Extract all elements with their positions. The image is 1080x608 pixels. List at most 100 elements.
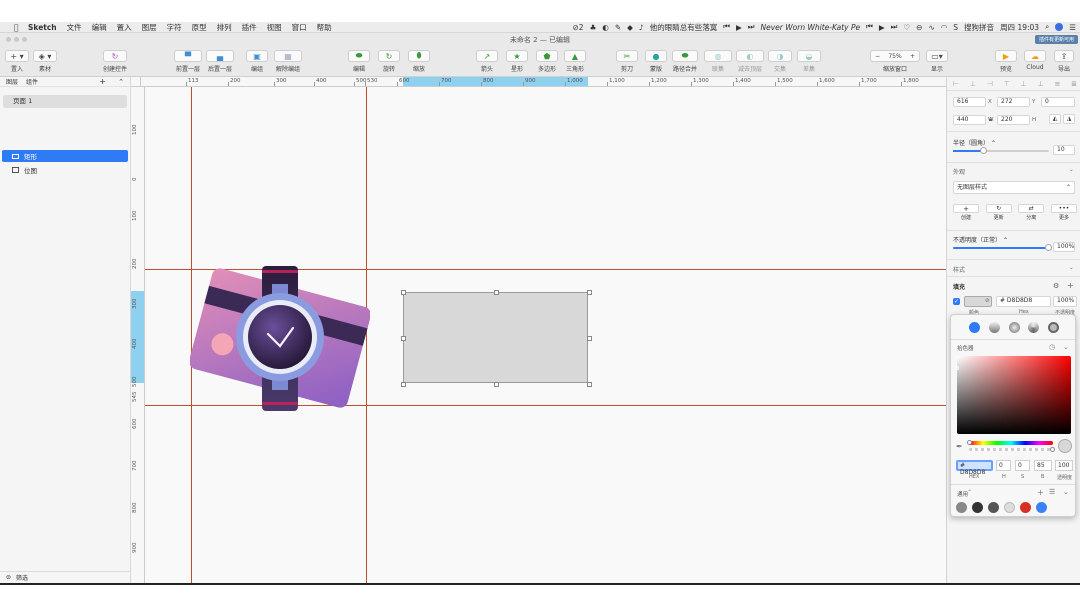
opacity-slider-handle[interactable]	[1045, 244, 1052, 251]
zoom-minus-icon[interactable]: −	[875, 53, 880, 60]
color-swatch[interactable]	[1004, 502, 1015, 513]
filter-bar[interactable]: ⊜ 筛选	[0, 571, 130, 583]
chevron-down-icon[interactable]: ⌄	[1063, 343, 1069, 351]
saturation-brightness-area[interactable]	[955, 356, 1071, 434]
layer-item-bitmap[interactable]: 位图	[2, 164, 128, 176]
style-detach-button[interactable]: ⇄ 分离	[1018, 204, 1045, 221]
distribute-icon[interactable]: ≡	[1054, 80, 1060, 88]
menu-prototype[interactable]: 原型	[192, 22, 207, 33]
add-fill-icon[interactable]: +	[1067, 281, 1074, 290]
resize-handle[interactable]	[586, 289, 592, 295]
color-swatch[interactable]	[1020, 502, 1031, 513]
zoom-stepper[interactable]: − 75% +	[870, 50, 920, 62]
menu-plugins[interactable]: 插件	[242, 22, 257, 33]
fill-enabled-checkbox[interactable]: ✓	[953, 298, 960, 305]
media-icon[interactable]: ◐	[602, 23, 609, 32]
create-component-tool[interactable]: ↻ 创建控件	[103, 50, 127, 73]
arrow-tool[interactable]: ↗ 箭头	[476, 50, 498, 73]
search-icon[interactable]: ⌕	[1045, 22, 1049, 32]
solid-fill-icon[interactable]	[969, 322, 980, 333]
preview-tool[interactable]: ▶ 预览	[995, 50, 1017, 73]
tab-components[interactable]: 组件	[26, 77, 38, 86]
hex-input[interactable]: # D8D8D8	[956, 460, 993, 476]
display-tool[interactable]: ▭▾ 显示	[926, 50, 948, 73]
swatches-stepper-icon[interactable]: ⌃	[967, 489, 972, 496]
status-badge-icon[interactable]: ⊘2	[572, 23, 583, 32]
b-input[interactable]: 85	[1034, 460, 1052, 471]
pen-icon[interactable]: ✎	[615, 23, 621, 32]
menu-arrange[interactable]: 排列	[217, 22, 232, 33]
selected-rectangle[interactable]	[403, 292, 588, 383]
lock-icon[interactable]	[131, 77, 141, 86]
fish-icon[interactable]: ◆	[627, 23, 633, 32]
distribute-v-icon[interactable]: ≣	[1071, 80, 1077, 88]
radial-gradient-icon[interactable]	[1008, 322, 1020, 333]
style-create-button[interactable]: + 创建	[953, 204, 979, 221]
path-union-tool[interactable]: ⬬ 路径合并	[672, 50, 698, 73]
color-swatch[interactable]	[988, 502, 999, 513]
align-middle-icon[interactable]: ⊥	[1021, 80, 1027, 88]
music-icon[interactable]: ♪	[639, 23, 644, 32]
radius-slider-handle[interactable]	[980, 147, 987, 154]
pattern-fill-icon[interactable]	[1048, 322, 1059, 333]
resize-handle[interactable]	[400, 381, 406, 387]
menu-layer[interactable]: 图层	[142, 22, 157, 33]
style-more-button[interactable]: ••• 更多	[1050, 204, 1077, 221]
y-field[interactable]: 272	[997, 97, 1030, 107]
resize-handle[interactable]	[586, 335, 592, 341]
hue-slider-handle[interactable]	[967, 440, 972, 445]
page-item[interactable]: 页面 1	[3, 95, 127, 108]
clock[interactable]: 周四 19:03	[1000, 22, 1039, 33]
scissors-tool[interactable]: ✂ 剪刀	[616, 50, 638, 73]
resize-handle[interactable]	[400, 289, 406, 295]
tab-pages[interactable]: 图层	[6, 77, 18, 86]
menu-file[interactable]: 文件	[67, 22, 82, 33]
bring-forward-tool[interactable]: ▀ 前置一层	[174, 50, 202, 73]
s-input[interactable]: 0	[1015, 460, 1030, 471]
alpha-input[interactable]: 100	[1055, 460, 1073, 471]
list-view-icon[interactable]: ☰	[1049, 488, 1055, 496]
wifi-icon[interactable]: ◠	[941, 23, 948, 32]
menu-view[interactable]: 视图	[267, 22, 282, 33]
fill-opacity-field[interactable]: 100%	[1053, 296, 1077, 307]
close-icon[interactable]	[6, 37, 11, 42]
input-method[interactable]: 搜狗拼音	[964, 22, 994, 33]
polygon-tool[interactable]: ⬟ 多边形	[536, 50, 558, 73]
flip-horizontal-icon[interactable]: ◭	[1049, 114, 1061, 124]
siri-icon[interactable]	[1055, 23, 1064, 31]
input-method-icon[interactable]: S	[953, 23, 958, 32]
alpha-slider[interactable]	[969, 447, 1055, 452]
h-input[interactable]: 0	[996, 460, 1011, 471]
add-page-icon[interactable]: +	[99, 77, 106, 86]
color-swatch[interactable]	[972, 502, 983, 513]
play-icon-2[interactable]: ▶	[879, 23, 885, 32]
menu-window[interactable]: 窗口	[292, 22, 307, 33]
lock-ratio-icon[interactable]: 🔒︎	[989, 116, 992, 124]
intersect-tool[interactable]: ◑ 交集	[768, 50, 792, 73]
resize-handle[interactable]	[493, 381, 499, 387]
edit-tool[interactable]: ⬬ 编辑	[348, 50, 370, 73]
angular-gradient-icon[interactable]	[1028, 322, 1040, 333]
hue-slider[interactable]	[967, 440, 1053, 445]
prev-track-icon[interactable]: ⏮	[723, 22, 730, 32]
height-field[interactable]: 220	[997, 115, 1030, 125]
minus-circle-icon[interactable]: ⊖	[916, 23, 922, 32]
alignment-bar[interactable]: ⊢ ⊥ ⊣ ⊤ ⊥ ⊥ ≡ ≣	[953, 80, 1077, 88]
collapse-icon[interactable]: ⌃	[118, 78, 124, 86]
resize-handle[interactable]	[400, 335, 406, 341]
union-tool[interactable]: ◍ 联集	[704, 50, 732, 73]
star-tool[interactable]: ★ 星形	[506, 50, 528, 73]
export-tool[interactable]: ⇪ 导出	[1054, 50, 1074, 73]
subtract-tool[interactable]: ◐ 减去顶层	[736, 50, 764, 73]
opacity-slider[interactable]	[953, 244, 1052, 251]
resize-handle[interactable]	[493, 289, 499, 295]
flip-vertical-icon[interactable]: ◮	[1063, 114, 1075, 124]
insert-tool[interactable]: + ▾ 置入	[5, 50, 29, 73]
menu-help[interactable]: 帮助	[317, 22, 332, 33]
assets-tool[interactable]: ◈ ▾ 素材	[33, 50, 57, 73]
apple-icon[interactable]: 	[8, 23, 24, 32]
color-picker-popover[interactable]: 拾色器 ◷ ⌄ ✒ # D8D8D8 0 0 85 100 HEX H S B …	[950, 314, 1076, 517]
chevron-down-icon[interactable]: ⌄	[1063, 488, 1069, 496]
style-update-button[interactable]: ↻ 更新	[985, 204, 1012, 221]
triangle-tool[interactable]: ▲ 三角形	[564, 50, 586, 73]
